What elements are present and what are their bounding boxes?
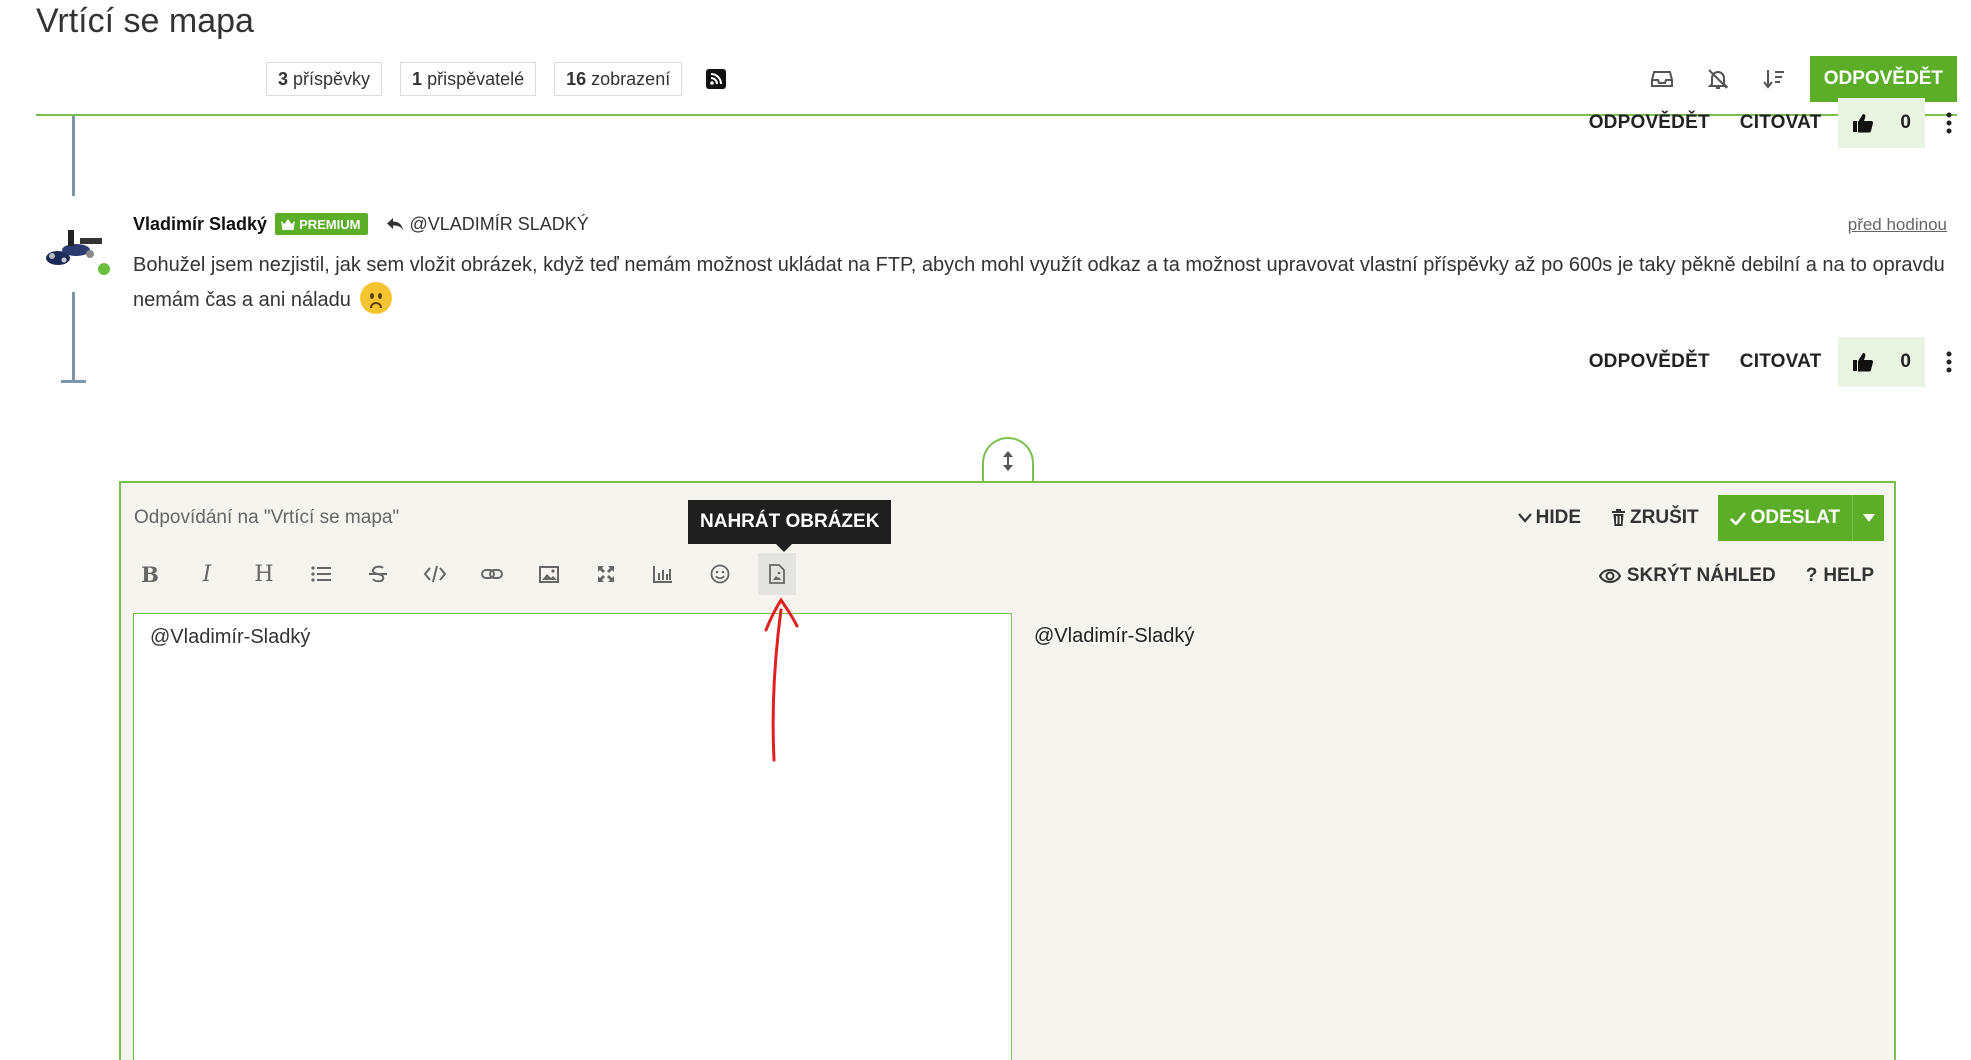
like-button[interactable]: 0 bbox=[1838, 98, 1925, 148]
chevron-down-icon bbox=[1517, 513, 1532, 523]
strikethrough-icon[interactable] bbox=[359, 553, 397, 595]
like-button[interactable]: 0 bbox=[1838, 337, 1925, 387]
code-icon[interactable] bbox=[416, 553, 454, 595]
online-indicator bbox=[96, 261, 112, 277]
reply-button[interactable]: ODPOVĚDĚT bbox=[1574, 112, 1725, 134]
hide-preview-button[interactable]: SKRÝT NÁHLED bbox=[1598, 565, 1776, 587]
editor-toolbar: B I H bbox=[131, 553, 815, 595]
premium-badge: PREMIUM bbox=[275, 213, 369, 235]
timeline-line bbox=[72, 292, 75, 382]
emoji-icon[interactable] bbox=[701, 553, 739, 595]
trash-icon bbox=[1612, 509, 1626, 526]
italic-icon[interactable]: I bbox=[188, 553, 226, 595]
stat-views: 16 zobrazení bbox=[554, 62, 683, 96]
caret-down-icon bbox=[1862, 514, 1875, 522]
reply-topic-button[interactable]: ODPOVĚDĚT bbox=[1809, 56, 1957, 102]
author-name[interactable]: Vladimír Sladký bbox=[133, 214, 267, 235]
composer-title: Odpovídání na "Vrtící se mapa" bbox=[134, 507, 400, 528]
send-options-dropdown[interactable] bbox=[1852, 495, 1884, 541]
reply-arrow-icon bbox=[387, 217, 404, 230]
annotation-arrow bbox=[760, 590, 810, 775]
check-icon bbox=[1729, 511, 1746, 525]
post-time[interactable]: před hodinou bbox=[1848, 215, 1947, 235]
question-icon: ? bbox=[1805, 565, 1818, 586]
vote-count: 0 bbox=[1900, 112, 1911, 133]
composer-controls: HIDE ZRUŠIT ODESLAT bbox=[1503, 495, 1884, 541]
fullscreen-icon[interactable] bbox=[587, 553, 625, 595]
upload-image-tooltip: NAHRÁT OBRÁZEK bbox=[688, 500, 892, 552]
thumbs-up-icon bbox=[1853, 353, 1874, 372]
post-actions: ODPOVĚDĚT CITOVAT 0 bbox=[1574, 337, 1963, 387]
eye-icon bbox=[1598, 569, 1621, 583]
heading-icon[interactable]: H bbox=[245, 553, 283, 595]
quote-button[interactable]: CITOVAT bbox=[1725, 112, 1837, 134]
frowning-emoji-icon bbox=[360, 282, 393, 314]
stat-posters: 1 přispěvatelé bbox=[400, 62, 537, 96]
timeline-line bbox=[72, 116, 75, 196]
list-icon[interactable] bbox=[302, 553, 340, 595]
reply-to-link[interactable]: @VLADIMÍR SLADKÝ bbox=[386, 214, 589, 235]
composer-view-controls: SKRÝT NÁHLED ? HELP bbox=[1598, 565, 1874, 587]
sort-icon[interactable] bbox=[1746, 57, 1802, 101]
resize-arrows-icon bbox=[1003, 451, 1013, 471]
send-button-group: ODESLAT bbox=[1717, 495, 1884, 541]
image-icon[interactable] bbox=[530, 553, 568, 595]
reply-editor[interactable]: @Vladimír-Sladký bbox=[133, 613, 1012, 1060]
thumbs-up-icon bbox=[1853, 114, 1874, 133]
more-options-icon[interactable] bbox=[1935, 347, 1963, 377]
chart-icon[interactable] bbox=[644, 553, 682, 595]
reply-button[interactable]: ODPOVĚDĚT bbox=[1574, 351, 1725, 373]
more-options-icon[interactable] bbox=[1935, 108, 1963, 138]
send-button[interactable]: ODESLAT bbox=[1718, 495, 1852, 541]
rss-icon[interactable] bbox=[706, 69, 727, 89]
crown-icon bbox=[281, 218, 296, 230]
topic-title: Vrtící se mapa bbox=[36, 2, 254, 40]
bold-icon[interactable]: B bbox=[131, 553, 169, 595]
stat-posts: 3 příspěvky bbox=[266, 62, 383, 96]
reply-preview: @Vladimír-Sladký bbox=[1034, 625, 1195, 647]
upload-image-icon[interactable] bbox=[758, 553, 796, 595]
bell-slash-icon[interactable] bbox=[1690, 57, 1746, 101]
hide-composer-button[interactable]: HIDE bbox=[1503, 495, 1596, 541]
link-icon[interactable] bbox=[473, 553, 511, 595]
reply-composer: Odpovídání na "Vrtící se mapa" HIDE ZRUŠ… bbox=[119, 481, 1896, 1060]
help-button[interactable]: ? HELP bbox=[1806, 565, 1874, 587]
topic-actions: ODPOVĚDĚT bbox=[1634, 56, 1957, 102]
inbox-icon[interactable] bbox=[1634, 57, 1690, 101]
timeline-end bbox=[61, 380, 86, 383]
vote-count: 0 bbox=[1900, 351, 1911, 372]
cancel-button[interactable]: ZRUŠIT bbox=[1596, 495, 1714, 541]
topic-stats: 3 příspěvky 1 přispěvatelé 16 zobrazení bbox=[266, 62, 727, 96]
quote-button[interactable]: CITOVAT bbox=[1725, 351, 1837, 373]
composer-resize-handle[interactable] bbox=[982, 437, 1034, 483]
post-header: Vladimír Sladký PREMIUM @VLADIMÍR SLADKÝ bbox=[133, 213, 589, 235]
post-body: Bohužel jsem nezjistil, jak sem vložit o… bbox=[133, 249, 1953, 317]
previous-post-actions: ODPOVĚDĚT CITOVAT 0 bbox=[1574, 98, 1963, 148]
